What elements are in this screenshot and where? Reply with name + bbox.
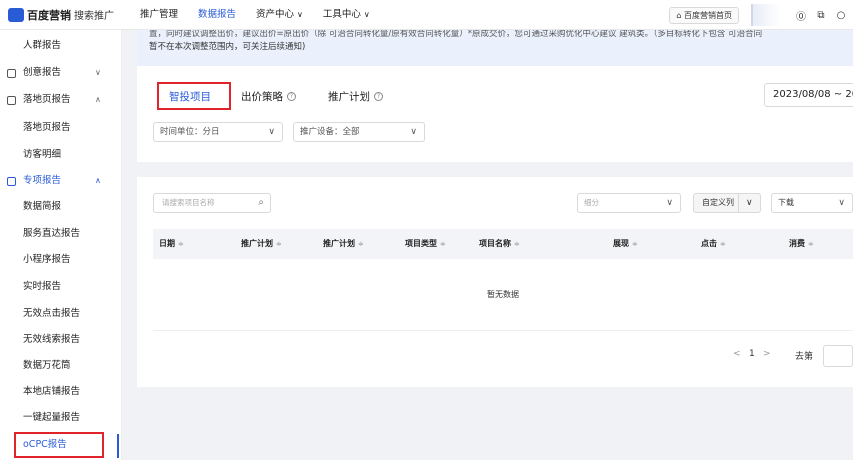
sidebar-item-service-direct-report[interactable]: 服务直达报告 — [0, 222, 122, 246]
chevron-down-icon: ∨ — [95, 68, 101, 77]
chevron-down-icon: ∨ — [297, 9, 303, 19]
project-search-input[interactable]: 请搜索项目名称 ⌕ — [153, 193, 271, 213]
notice-line-1: 置，同时建议调整出价，建议出价=原出价（除 可治合同转化量/原有效合同转化量）*… — [149, 30, 763, 39]
time-unit-select[interactable]: 时间单位：分日 ∨ — [153, 122, 283, 142]
product-name: 搜索推广 — [74, 11, 114, 22]
column-header-project-type[interactable]: 项目类型 ≑ — [405, 229, 446, 259]
granularity-select[interactable]: 细分 ∨ — [577, 193, 681, 213]
main-nav: 推广管理 数据报告 资产中心 ∨ 工具中心 ∨ — [130, 0, 380, 30]
sidebar: 人群报告 创意报告 ∨ 落地页报告 ∧ 落地页报告 访客明细 专项报告 ∧ 数据简报 … — [0, 30, 122, 460]
sidebar-item-invalid-click-report[interactable]: 无效点击报告 — [0, 302, 122, 326]
sort-icon: ≑ — [808, 240, 814, 248]
divider — [738, 194, 739, 212]
home-button[interactable]: ⌂ 百度营销首页 — [669, 6, 739, 24]
baidu-paw-icon — [8, 7, 24, 22]
pagination-goto-input[interactable] — [823, 345, 853, 367]
special-report-icon — [7, 176, 16, 186]
sort-icon: ≑ — [632, 240, 638, 248]
sidebar-item-one-click-boost-report[interactable]: 一键起量报告 — [0, 406, 122, 430]
column-header-impressions[interactable]: 展现 ≑ — [613, 229, 638, 259]
highlight-box — [157, 82, 231, 110]
pagination-prev[interactable]: < — [733, 349, 741, 359]
report-icon — [7, 68, 16, 78]
column-header-campaign-2[interactable]: 推广计划 ≑ — [323, 229, 364, 259]
sidebar-group-creative-report[interactable]: 创意报告 ∨ — [0, 61, 122, 85]
column-header-cost[interactable]: 消费 ≑ — [789, 229, 814, 259]
sidebar-item-data-kaleidoscope[interactable]: 数据万花筒 — [0, 354, 122, 378]
empty-state: 暂无数据 — [153, 259, 853, 331]
highlight-box — [14, 432, 104, 458]
sort-icon: ≑ — [178, 240, 184, 248]
pagination-next[interactable]: > — [763, 349, 771, 359]
help-circle-icon[interactable]: ? — [374, 91, 383, 101]
download-select[interactable]: 下载 ∨ — [771, 193, 853, 213]
sort-icon: ≑ — [514, 240, 520, 248]
help-icon[interactable]: ⓪ — [793, 8, 809, 23]
report-filter-card: 智投项目 出价策略? 推广计划? 2023/08/08 ~ 2023/08/14… — [137, 66, 853, 162]
sort-icon: ≑ — [276, 240, 282, 248]
brand-name: 百度营销 — [27, 8, 71, 22]
sidebar-item-invalid-lead-report[interactable]: 无效线索报告 — [0, 328, 122, 352]
tab-campaign[interactable]: 推广计划? — [328, 89, 383, 104]
chevron-down-icon: ∨ — [838, 198, 845, 208]
notice-line-2: 暂不在本次调整范围内，可关注后续通知) — [149, 42, 306, 52]
nav-item-tool-center[interactable]: 工具中心 ∨ — [313, 0, 380, 30]
brand-logo[interactable]: 百度营销 搜索推广 — [8, 7, 130, 23]
sidebar-item-audience-report[interactable]: 人群报告 — [0, 34, 122, 58]
chevron-down-icon[interactable]: ∨ — [746, 194, 753, 212]
sidebar-item-landing-page-report[interactable]: 落地页报告 — [0, 116, 122, 140]
pagination-goto-label: 去第 — [795, 352, 814, 362]
sidebar-active-indicator — [117, 434, 119, 458]
pagination-page[interactable]: 1 — [749, 349, 755, 359]
landing-page-icon — [7, 95, 16, 105]
chevron-up-icon: ∧ — [95, 95, 101, 104]
chevron-up-icon: ∧ — [95, 176, 101, 185]
column-header-campaign[interactable]: 推广计划 ≑ — [241, 229, 282, 259]
redacted-area — [751, 4, 781, 26]
report-table-card: 请搜索项目名称 ⌕ 细分 ∨ 自定义列 ∨ 下载 ∨ 日期 ≑ 推广计划 ≑ 推广计划 ≑… — [137, 177, 853, 387]
device-select[interactable]: 推广设备：全部 ∨ — [293, 122, 425, 142]
sidebar-item-realtime-report[interactable]: 实时报告 — [0, 275, 122, 299]
nav-item-data-reports[interactable]: 数据报告 — [188, 0, 246, 30]
copy-icon[interactable]: ⧉ — [813, 10, 829, 21]
custom-columns-button[interactable]: 自定义列 ∨ — [693, 193, 761, 213]
nav-item-promotion-management[interactable]: 推广管理 — [130, 0, 188, 30]
sidebar-group-landing-page-report[interactable]: 落地页报告 ∧ — [0, 88, 122, 112]
sidebar-item-data-brief[interactable]: 数据简报 — [0, 195, 122, 219]
tab-bid-strategy[interactable]: 出价策略? — [241, 89, 296, 104]
sidebar-item-local-store-report[interactable]: 本地店铺报告 — [0, 380, 122, 404]
table-header: 日期 ≑ 推广计划 ≑ 推广计划 ≑ 项目类型 ≑ 项目名称 ≑ 展现 ≑ 点击 ≑ 消费 ≑ — [153, 229, 853, 259]
column-header-clicks[interactable]: 点击 ≑ — [701, 229, 726, 259]
chevron-down-icon: ∨ — [268, 127, 275, 137]
top-navigation-bar: 百度营销 搜索推广 推广管理 数据报告 资产中心 ∨ 工具中心 ∨ ⌂ 百度营销首页… — [0, 0, 853, 30]
sidebar-group-special-report[interactable]: 专项报告 ∧ — [0, 169, 122, 193]
sort-icon: ≑ — [358, 240, 364, 248]
sort-icon: ≑ — [720, 240, 726, 248]
search-icon[interactable]: ⌕ — [258, 194, 264, 212]
sidebar-item-visitor-detail[interactable]: 访客明细 — [0, 143, 122, 167]
chevron-down-icon: ∨ — [363, 9, 370, 19]
notice-banner: 置，同时建议调整出价，建议出价=原出价（除 可治合同转化量/原有效合同转化量）*… — [137, 30, 853, 66]
home-icon: ⌂ — [676, 10, 682, 20]
sort-icon: ≑ — [440, 240, 446, 248]
top-right-actions: ⌂ 百度营销首页 ⓪ ⧉ ○ — [669, 0, 853, 30]
column-header-project-name[interactable]: 项目名称 ≑ — [479, 229, 520, 259]
chevron-down-icon: ∨ — [410, 127, 417, 137]
nav-item-asset-center[interactable]: 资产中心 ∨ — [246, 0, 313, 30]
chevron-down-icon: ∨ — [666, 198, 673, 208]
column-header-date[interactable]: 日期 ≑ — [159, 229, 184, 259]
date-range-picker[interactable]: 2023/08/08 ~ 2023/08/14 — [764, 83, 853, 107]
sidebar-item-mini-program-report[interactable]: 小程序报告 — [0, 248, 122, 272]
help-circle-icon[interactable]: ? — [287, 91, 296, 101]
search-icon[interactable]: ○ — [833, 10, 849, 21]
